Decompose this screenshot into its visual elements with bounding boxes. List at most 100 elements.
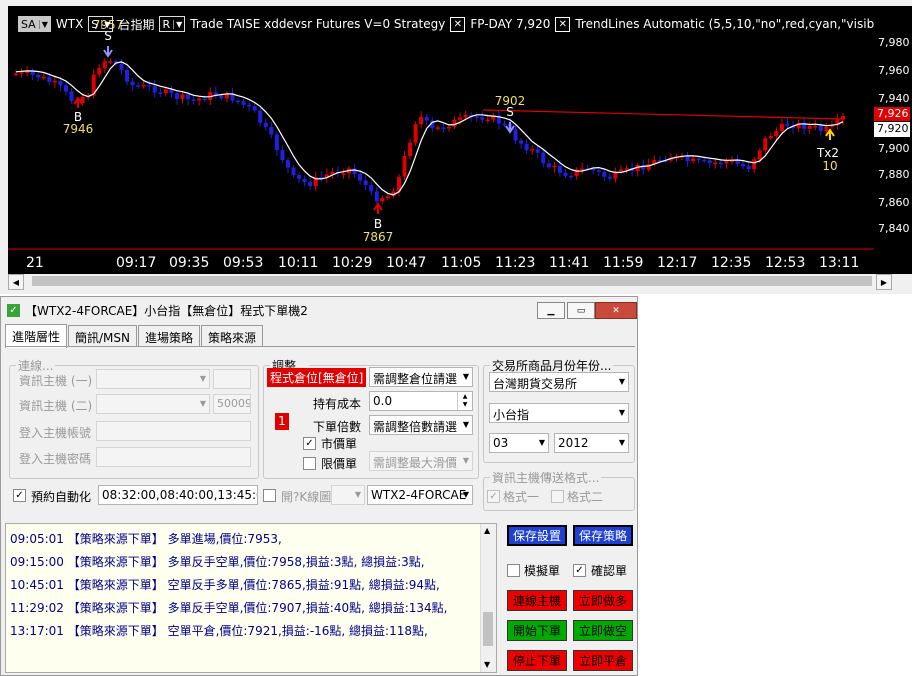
r-combo-label: R — [162, 17, 171, 31]
k-interval-select[interactable]: ▼ — [331, 485, 365, 505]
schedule-times-input[interactable]: 08:32:00,08:40:00,13:45:00 — [98, 485, 258, 505]
limit-order-checkbox[interactable] — [303, 457, 316, 470]
candle-body — [97, 68, 102, 75]
position-adjust-select[interactable]: 需調整倉位請選 ▼ — [369, 367, 473, 387]
slippage-select[interactable]: 需調整最大滑價 ▼ — [369, 451, 473, 471]
host2-port-input[interactable]: 50009 — [213, 394, 251, 414]
y-tick-label: 7,880 — [878, 168, 910, 181]
candle-body — [69, 91, 74, 101]
candle-body — [241, 101, 246, 105]
candle-body — [25, 71, 30, 74]
format1-checkbox[interactable]: ✓ — [487, 490, 500, 503]
window-title: 【WTX2-4FORCAE】小台指【無倉位】程式下單機2 — [25, 303, 308, 318]
candle-body — [308, 182, 313, 187]
source-select[interactable]: WTX2-4FORCAE ▼ — [367, 485, 473, 505]
scroll-thumb[interactable] — [483, 612, 493, 646]
chevron-down-icon: ▼ — [618, 408, 625, 417]
tab-sms-msn[interactable]: 簡訊/MSN — [68, 325, 138, 347]
fp-day-label: FP-DAY 7,920 — [470, 17, 551, 31]
account-input[interactable] — [96, 421, 251, 441]
sa-combo[interactable]: SA ▼ — [18, 16, 51, 32]
candle-body — [446, 126, 451, 129]
log-message: 多單反手空單,價位:7907,損益:40點, 總損益:134點, — [167, 601, 448, 615]
candle-body — [618, 169, 623, 172]
candle-body — [402, 156, 407, 177]
candle-body — [641, 164, 646, 170]
chevron-down-icon: ▼ — [173, 19, 182, 29]
save-settings-button[interactable]: 保存設置 — [507, 525, 567, 546]
flat-now-button[interactable]: 立即平倉 — [573, 650, 633, 671]
s-combo[interactable]: S ▼ — [88, 16, 114, 32]
stepper-icon[interactable]: ▲ ▼ — [457, 392, 472, 410]
multiplier-select[interactable]: 需調整倍數請選 ▼ — [369, 415, 473, 435]
log-scrollbar[interactable]: ▲ ▼ — [480, 524, 496, 672]
schedule-checkbox[interactable]: ✓ — [13, 489, 26, 502]
product-select[interactable]: 小台指 ▼ — [489, 403, 629, 423]
candle-body — [535, 149, 540, 153]
price-chart[interactable]: 7957 S B 7946 B 7867 7902 S Tx2 10 SA ▼ WTX S ▼ 台指期… — [8, 6, 900, 250]
title-bar[interactable]: ✓ 【WTX2-4FORCAE】小台指【無倉位】程式下單機2 ▁ ▭ ✕ — [1, 297, 637, 323]
x-tick-label: 11:05 — [441, 255, 482, 271]
candle-body — [191, 99, 196, 101]
simulate-label: 模擬單 — [524, 564, 561, 578]
save-strategy-button[interactable]: 保存策略 — [573, 525, 633, 546]
cost-input[interactable]: 0.0 ▲ ▼ — [369, 391, 473, 411]
candle-body — [818, 125, 823, 131]
log-line: 10:45:01 【策略來源下單】 空單反手多單,價位:7865,損益:91點,… — [10, 576, 440, 593]
x-axis: 21 09:17 09:35 09:53 10:11 10:29 10:47 11:05 11:… — [8, 250, 874, 274]
tab-entry-strategy[interactable]: 進場策略 — [138, 325, 201, 347]
buy-now-button[interactable]: 立即做多 — [573, 590, 633, 611]
position-status-badge: 程式倉位[無倉位] — [267, 368, 367, 387]
r-combo[interactable]: R ▼ — [159, 16, 186, 32]
host1-select[interactable]: ▼ — [96, 369, 210, 389]
password-label: 登入主機密碼 — [19, 452, 92, 466]
stop-order-button[interactable]: 停止下單 — [507, 650, 567, 671]
connect-host-button[interactable]: 連線主機 — [507, 590, 567, 611]
password-input[interactable] — [96, 447, 251, 467]
y-tick-label: 7,900 — [878, 142, 910, 155]
candle-body — [369, 185, 374, 192]
log-time: 13:17:01 — [10, 624, 64, 638]
scroll-right-icon[interactable]: ▶ — [876, 274, 892, 290]
tab-strategy-source[interactable]: 策略來源 — [201, 325, 264, 347]
position-adjust-value: 需調整倉位請選 — [373, 372, 458, 386]
confirm-checkbox[interactable]: ✓ — [573, 564, 586, 577]
year-select[interactable]: 2012 ▼ — [554, 433, 629, 453]
scroll-up-icon[interactable]: ▲ — [484, 526, 490, 535]
month-select[interactable]: 03 ▼ — [489, 433, 549, 453]
candle-body — [741, 164, 746, 167]
y-tick-label: 7,960 — [878, 64, 910, 77]
sell-now-button[interactable]: 立即做空 — [573, 620, 633, 641]
order-log[interactable]: 09:05:01 【策略來源下單】 多單進場,價位:7953, 09:15:00… — [5, 523, 497, 673]
exchange-select[interactable]: 台灣期貨交易所 ▼ — [489, 372, 629, 392]
check-icon: ✓ — [7, 303, 20, 317]
tab-advanced[interactable]: 進階層性 — [5, 324, 68, 348]
format2-checkbox[interactable] — [551, 490, 564, 503]
start-order-button[interactable]: 開始下單 — [507, 620, 567, 641]
host1-port-input[interactable] — [213, 369, 251, 389]
minimize-button[interactable]: ▁ — [537, 302, 565, 319]
market-order-checkbox[interactable]: ✓ — [303, 437, 316, 450]
candle-body — [685, 155, 690, 162]
candle-body — [424, 116, 429, 121]
chart-horizontal-scrollbar[interactable]: ◀ ▶ — [8, 274, 912, 290]
x-tick-label: 12:17 — [657, 255, 698, 271]
maximize-button[interactable]: ▭ — [567, 302, 595, 319]
open-k-checkbox[interactable] — [263, 489, 276, 502]
candle-body — [252, 106, 257, 111]
candle-body — [713, 162, 718, 165]
chevron-down-icon: ▼ — [538, 438, 545, 447]
log-message: 空單反手多單,價位:7865,損益:91點, 總損益:94點, — [167, 578, 440, 592]
host2-select[interactable]: ▼ — [96, 394, 210, 414]
log-tag: 【策略來源下單】 — [67, 555, 164, 569]
scroll-thumb[interactable] — [32, 276, 872, 286]
scroll-left-icon[interactable]: ◀ — [8, 274, 24, 290]
close-icon[interactable]: ✕ — [555, 16, 571, 32]
close-button[interactable]: ✕ — [595, 302, 637, 319]
close-icon[interactable]: ✕ — [450, 16, 466, 32]
simulate-checkbox[interactable] — [507, 564, 520, 577]
candle-body — [458, 117, 463, 120]
candlestick-plot: 7957SB7946B78677902STx210 — [8, 18, 874, 250]
product-label: 台指期 — [118, 17, 155, 32]
scroll-down-icon[interactable]: ▼ — [484, 660, 490, 669]
